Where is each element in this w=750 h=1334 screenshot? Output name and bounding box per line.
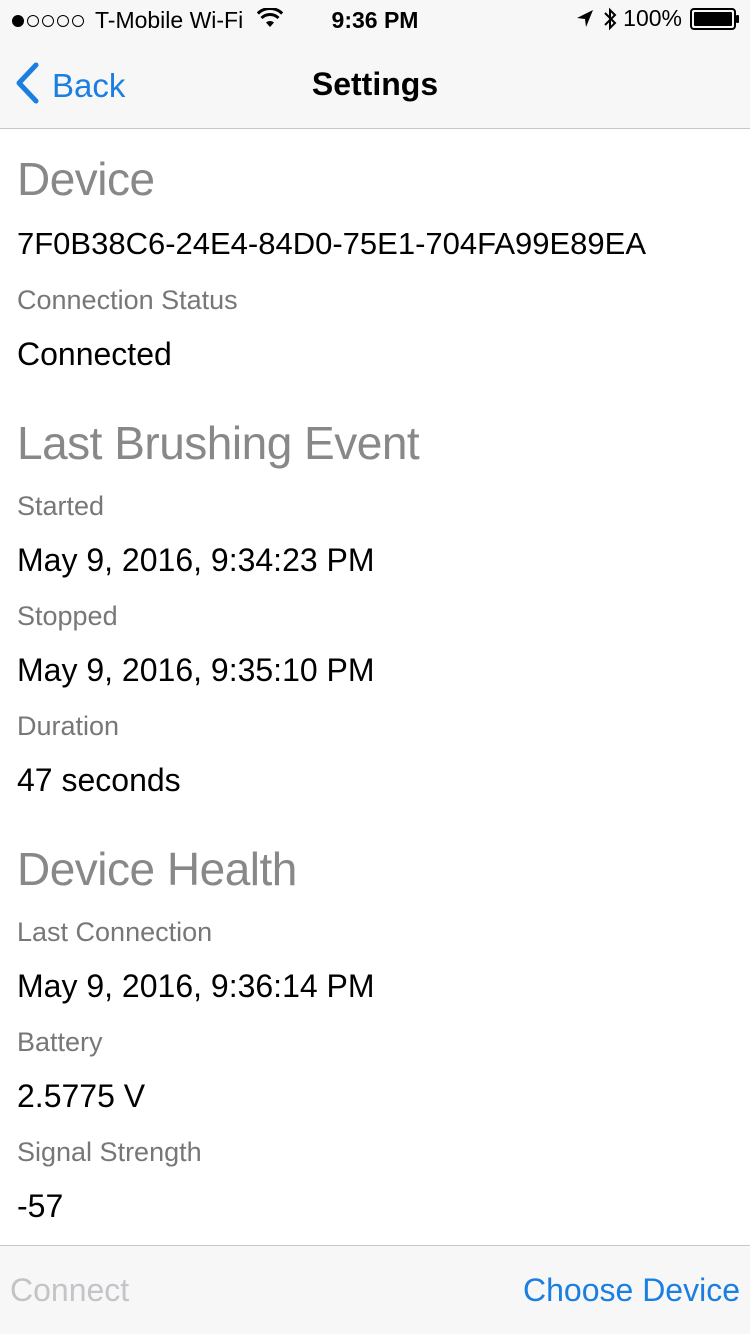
health-section-title: Device Health [17,843,297,895]
last-connection-label: Last Connection [17,917,213,947]
bottom-toolbar: Connect Choose Device [0,1245,750,1334]
started-label: Started [17,491,105,521]
last-connection-value: May 9, 2016, 9:36:14 PM [17,968,375,1004]
page-title: Settings [311,66,439,102]
status-right: 100% [575,5,740,32]
battery-percent: 100% [623,5,682,31]
battery-icon [690,7,740,30]
duration-label: Duration [17,711,120,741]
battery-value: 2.5775 V [17,1078,146,1114]
brushing-section-title: Last Brushing Event [17,417,420,469]
navigation-bar: Back Settings [0,40,750,129]
stopped-label: Stopped [17,601,118,631]
connection-status-value: Connected [17,336,172,372]
duration-value: 47 seconds [17,762,181,798]
device-id: 7F0B38C6-24E4-84D0-75E1-704FA99E89EA [17,226,647,261]
battery-label: Battery [17,1027,103,1057]
location-arrow-icon [575,8,595,30]
stopped-value: May 9, 2016, 9:35:10 PM [17,652,375,688]
connection-status-label: Connection Status [17,285,238,315]
device-section-title: Device [17,153,155,205]
status-bar: T-Mobile Wi-Fi 9:36 PM 100% [0,0,750,40]
screen: T-Mobile Wi-Fi 9:36 PM 100% Back Setting… [0,0,750,1334]
signal-strength-value: -57 [17,1188,64,1224]
bluetooth-icon [603,6,617,32]
connect-button[interactable]: Connect [10,1272,129,1309]
signal-strength-label: Signal Strength [17,1137,202,1167]
started-value: May 9, 2016, 9:34:23 PM [17,542,375,578]
choose-device-button[interactable]: Choose Device [523,1272,740,1309]
